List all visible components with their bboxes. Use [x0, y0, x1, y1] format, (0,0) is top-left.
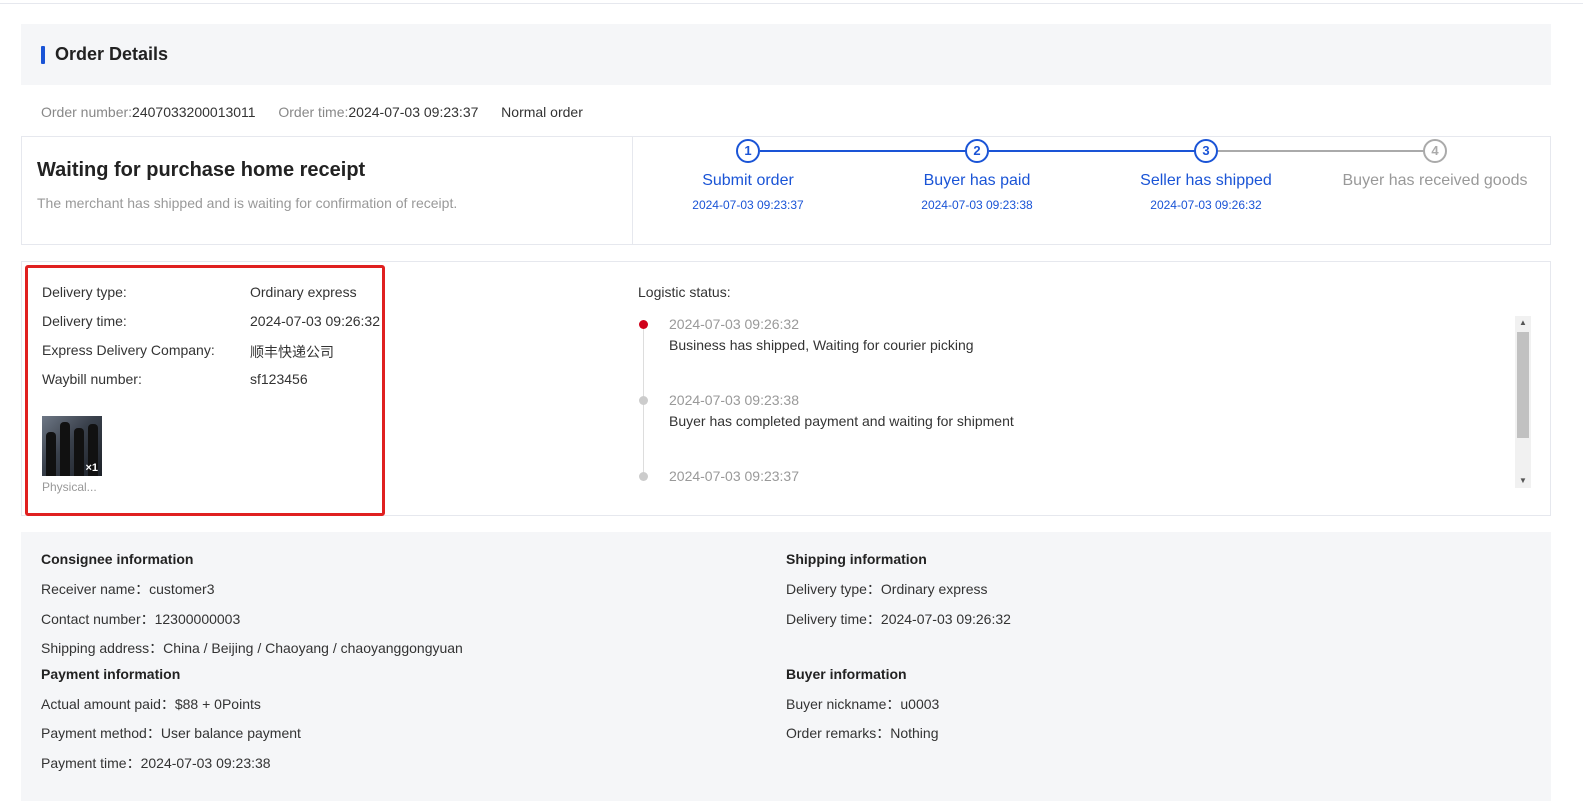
order-remarks: Order remarks：Nothing — [786, 725, 939, 741]
shipping-delivery-type: Delivery type：Ordinary express — [786, 581, 988, 597]
step-1-time: 2024-07-03 09:23:37 — [692, 198, 804, 212]
step-connector-3 — [1218, 150, 1424, 152]
timeline-dot — [639, 396, 648, 405]
shipping-address: Shipping address：China / Beijing / Chaoy… — [41, 640, 463, 656]
logistic-status-title: Logistic status: — [638, 284, 731, 300]
timeline-dot-active — [639, 320, 648, 329]
top-divider — [0, 0, 1583, 4]
status-title: Waiting for purchase home receipt — [37, 159, 366, 181]
status-description: The merchant has shipped and is waiting … — [37, 195, 458, 211]
payment-time: Payment time：2024-07-03 09:23:38 — [41, 755, 271, 771]
step-4-circle: 4 — [1423, 139, 1447, 163]
order-info-panel: Consignee information Receiver name：cust… — [21, 532, 1551, 801]
step-1-label: Submit order — [702, 172, 794, 189]
order-number-label: Order number: — [41, 104, 133, 120]
title-accent-bar — [41, 46, 45, 64]
scrollbar-thumb[interactable] — [1517, 332, 1529, 438]
step-connector-2 — [989, 150, 1195, 152]
status-summary: Waiting for purchase home receipt The me… — [22, 137, 633, 244]
contact-number: Contact number：12300000003 — [41, 611, 241, 627]
step-2-label: Buyer has paid — [923, 172, 1031, 189]
scroll-down-arrow-icon[interactable]: ▼ — [1515, 474, 1531, 488]
delivery-highlight-box — [25, 265, 385, 516]
logistic-event-text: Buyer has completed payment and waiting … — [669, 413, 1014, 429]
step-2-time: 2024-07-03 09:23:38 — [921, 198, 1033, 212]
shipping-delivery-time: Delivery time：2024-07-03 09:26:32 — [786, 611, 1011, 627]
logistic-event-time: 2024-07-03 09:23:38 — [669, 392, 799, 408]
step-connector-1 — [760, 150, 966, 152]
step-3-label: Seller has shipped — [1140, 172, 1272, 189]
step-3-circle: 3 — [1194, 139, 1218, 163]
timeline-dot — [639, 472, 648, 481]
logistic-event-time: 2024-07-03 09:23:37 — [669, 468, 799, 484]
order-meta: Order number:2407033200013011 Order time… — [41, 104, 583, 120]
consignee-heading: Consignee information — [41, 551, 194, 567]
buyer-nickname: Buyer nickname：u0003 — [786, 696, 940, 712]
page-title: Order Details — [55, 44, 169, 64]
receiver-name: Receiver name：customer3 — [41, 581, 215, 597]
payment-method: Payment method：User balance payment — [41, 725, 301, 741]
order-time-value: 2024-07-03 09:23:37 — [348, 104, 479, 120]
order-status-card: Waiting for purchase home receipt The me… — [21, 136, 1551, 245]
page-header: Order Details — [21, 24, 1551, 85]
step-1-circle: 1 — [736, 139, 760, 163]
step-2-circle: 2 — [965, 139, 989, 163]
logistic-scrollbar[interactable]: ▲ ▼ — [1515, 316, 1531, 488]
order-number-value: 2407033200013011 — [132, 104, 256, 120]
order-type: Normal order — [501, 104, 583, 120]
order-time-label: Order time: — [278, 104, 349, 120]
step-4-label: Buyer has received goods — [1342, 172, 1528, 189]
payment-heading: Payment information — [41, 666, 181, 682]
buyer-heading: Buyer information — [786, 666, 907, 682]
scroll-up-arrow-icon[interactable]: ▲ — [1515, 316, 1531, 330]
amount-paid: Actual amount paid：$88 + 0Points — [41, 696, 261, 712]
shipping-heading: Shipping information — [786, 551, 927, 567]
logistic-event-text: Business has shipped, Waiting for courie… — [669, 337, 974, 353]
step-3-time: 2024-07-03 09:26:32 — [1150, 198, 1262, 212]
logistic-event-time: 2024-07-03 09:26:32 — [669, 316, 799, 332]
